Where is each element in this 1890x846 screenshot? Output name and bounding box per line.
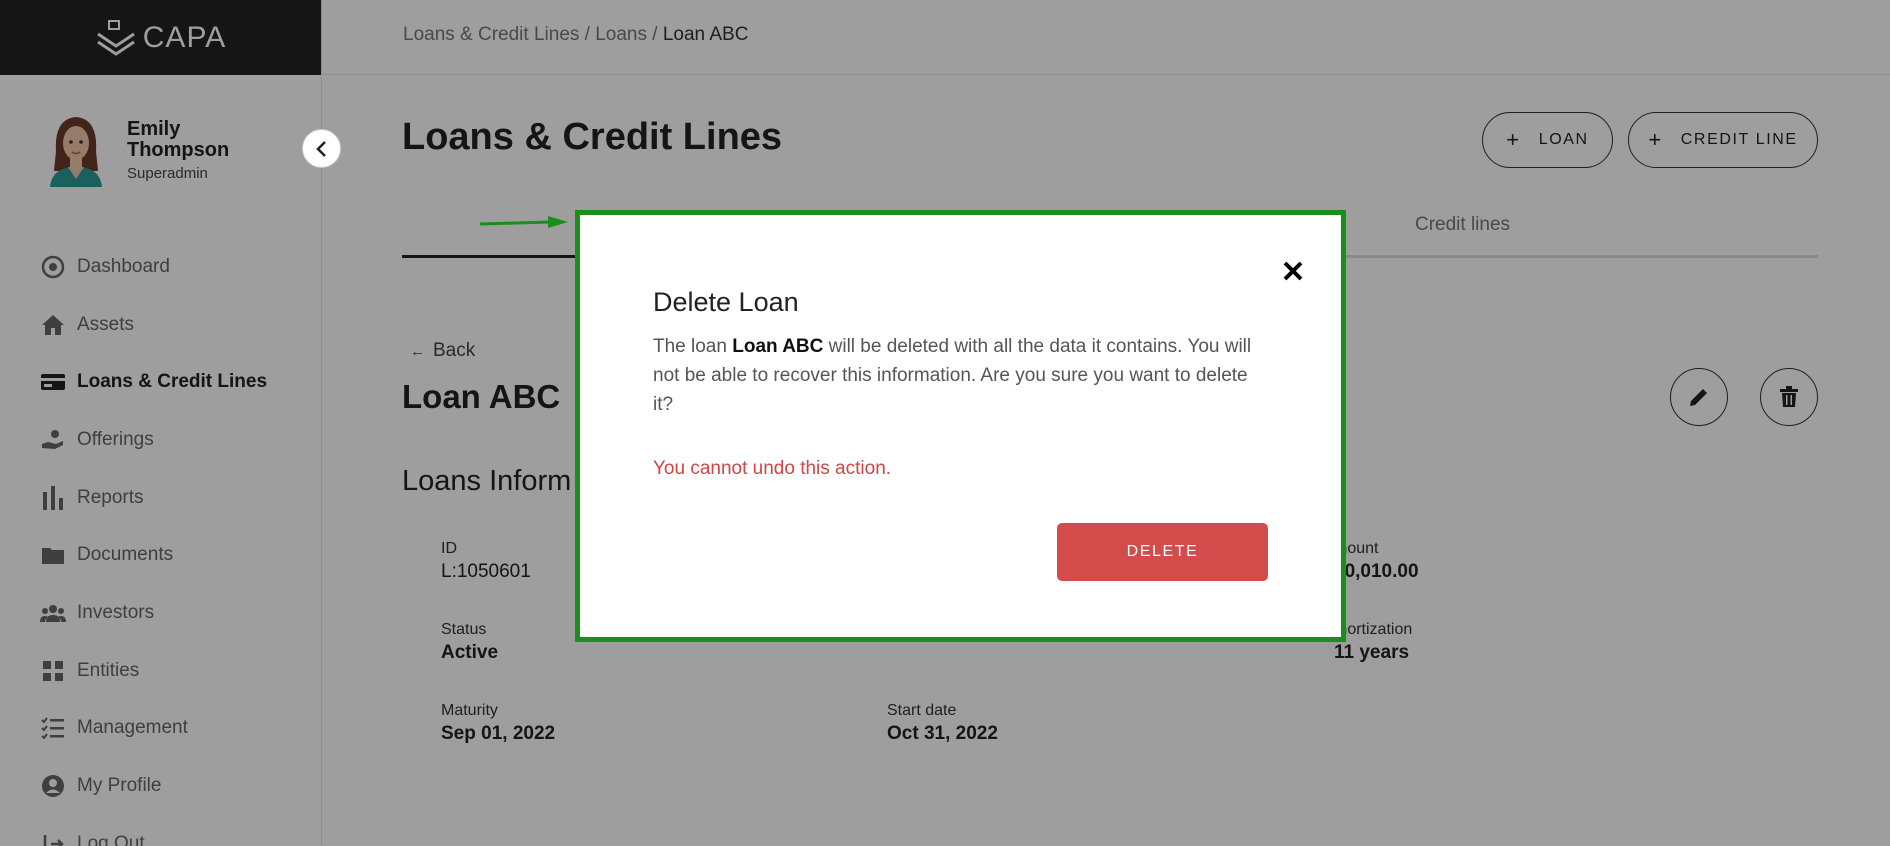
confirm-delete-button[interactable]: DELETE — [1057, 523, 1268, 581]
dialog-loan-name: Loan ABC — [732, 336, 824, 357]
close-button[interactable] — [1277, 255, 1309, 287]
delete-loan-dialog: Delete Loan The loan Loan ABC will be de… — [575, 210, 1346, 642]
dialog-message: The loan Loan ABC will be deleted with a… — [653, 332, 1263, 419]
chevron-left-icon — [315, 140, 326, 157]
annotation-arrow — [480, 216, 568, 228]
dialog-message-prefix: The loan — [653, 336, 733, 357]
close-icon — [1283, 261, 1303, 281]
dialog-warning: You cannot undo this action. — [653, 458, 892, 479]
dialog-title: Delete Loan — [653, 287, 799, 317]
collapse-sidebar-button[interactable] — [302, 129, 341, 168]
